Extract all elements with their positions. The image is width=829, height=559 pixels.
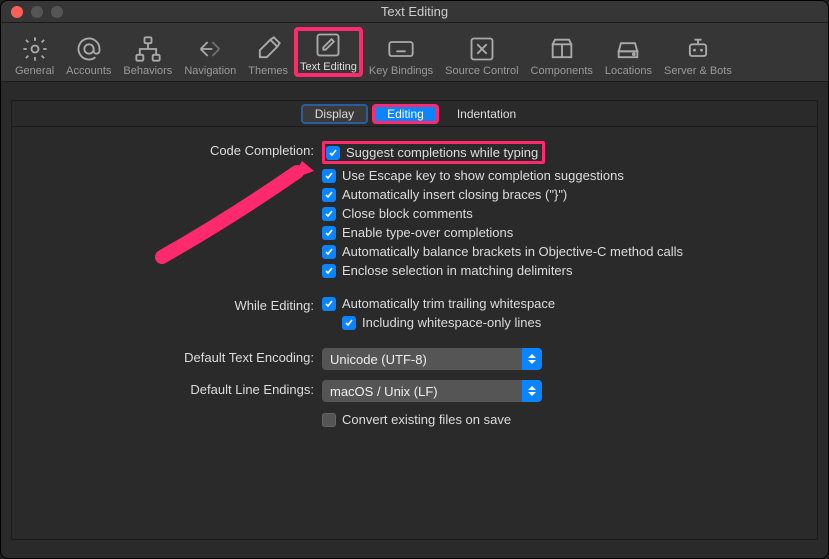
toolbar-components[interactable]: Components — [525, 33, 599, 77]
checkbox-checked-icon — [342, 316, 356, 330]
select-value: Unicode (UTF-8) — [330, 352, 427, 367]
checkbox-checked-icon — [322, 264, 336, 278]
enclose-selection-option[interactable]: Enclose selection in matching delimiters — [322, 263, 797, 278]
keyboard-icon — [387, 35, 415, 63]
toolbar-label: Behaviors — [123, 65, 172, 77]
window-controls — [1, 6, 63, 18]
select-arrows-icon — [522, 348, 542, 370]
close-block-comments-option[interactable]: Close block comments — [322, 206, 797, 221]
toolbar-navigation[interactable]: Navigation — [178, 33, 242, 77]
checkbox-label: Use Escape key to show completion sugges… — [342, 168, 624, 183]
checkbox-checked-icon — [322, 207, 336, 221]
checkbox-checked-icon — [326, 146, 340, 160]
x-square-icon — [468, 35, 496, 63]
checkbox-label: Suggest completions while typing — [346, 145, 538, 160]
trim-whitespace-option[interactable]: Automatically trim trailing whitespace — [322, 296, 797, 311]
toolbar-label: Key Bindings — [369, 65, 433, 77]
checkbox-label: Close block comments — [342, 206, 473, 221]
toolbar-accounts[interactable]: Accounts — [60, 33, 117, 77]
checkbox-checked-icon — [322, 169, 336, 183]
checkbox-checked-icon — [322, 226, 336, 240]
close-window-button[interactable] — [11, 6, 23, 18]
checkbox-label: Enable type-over completions — [342, 225, 513, 240]
checkbox-label: Convert existing files on save — [342, 412, 511, 427]
toolbar-general[interactable]: General — [9, 33, 60, 77]
escape-key-option[interactable]: Use Escape key to show completion sugges… — [322, 168, 797, 183]
drive-icon — [614, 35, 642, 63]
tab-display[interactable]: Display — [301, 104, 368, 124]
balance-brackets-option[interactable]: Automatically balance brackets in Object… — [322, 244, 797, 259]
checkbox-checked-icon — [322, 188, 336, 202]
at-sign-icon — [75, 35, 103, 63]
checkbox-checked-icon — [322, 297, 336, 311]
tab-indentation[interactable]: Indentation — [445, 104, 528, 124]
zoom-window-button[interactable] — [51, 6, 63, 18]
toolbar-label: Accounts — [66, 65, 111, 77]
titlebar: Text Editing — [1, 1, 828, 23]
whitespace-only-lines-option[interactable]: Including whitespace-only lines — [342, 315, 797, 330]
convert-files-option[interactable]: Convert existing files on save — [322, 412, 797, 427]
toolbar-behaviors[interactable]: Behaviors — [117, 33, 178, 77]
checkbox-label: Automatically trim trailing whitespace — [342, 296, 555, 311]
toolbar-label: Themes — [248, 65, 288, 77]
select-arrows-icon — [522, 380, 542, 402]
line-endings-label: Default Line Endings: — [32, 380, 322, 397]
tab-editing[interactable]: Editing — [372, 104, 439, 124]
preferences-window: Text Editing General Accounts Behaviors — [0, 0, 829, 559]
toolbar-label: Components — [531, 65, 593, 77]
minimize-window-button[interactable] — [31, 6, 43, 18]
checkbox-unchecked-icon — [322, 413, 336, 427]
editing-form: Code Completion: Suggest completions whi… — [12, 127, 817, 449]
code-completion-label: Code Completion: — [32, 141, 322, 158]
select-value: macOS / Unix (LF) — [330, 384, 438, 399]
closing-braces-option[interactable]: Automatically insert closing braces ("}"… — [322, 187, 797, 202]
toolbar-label: Server & Bots — [664, 65, 732, 77]
brush-icon — [254, 35, 282, 63]
sub-tabs: Display Editing Indentation — [12, 101, 817, 127]
toolbar-themes[interactable]: Themes — [242, 33, 294, 77]
toolbar-server-bots[interactable]: Server & Bots — [658, 33, 738, 77]
edit-square-icon — [314, 31, 342, 59]
content-area: Display Editing Indentation — [1, 82, 828, 550]
window-title: Text Editing — [1, 4, 828, 19]
toolbar-label: Source Control — [445, 65, 518, 77]
robot-icon — [684, 35, 712, 63]
hierarchy-icon — [134, 35, 162, 63]
toolbar-locations[interactable]: Locations — [599, 33, 658, 77]
package-icon — [548, 35, 576, 63]
line-endings-select[interactable]: macOS / Unix (LF) — [322, 380, 542, 402]
toolbar-label: Text Editing — [300, 61, 357, 73]
preferences-toolbar: General Accounts Behaviors Navigation — [1, 23, 828, 82]
toolbar-text-editing[interactable]: Text Editing — [294, 27, 363, 77]
toolbar-key-bindings[interactable]: Key Bindings — [363, 33, 439, 77]
checkbox-label: Automatically insert closing braces ("}"… — [342, 187, 567, 202]
checkbox-checked-icon — [322, 245, 336, 259]
toolbar-label: General — [15, 65, 54, 77]
type-over-option[interactable]: Enable type-over completions — [322, 225, 797, 240]
toolbar-source-control[interactable]: Source Control — [439, 33, 524, 77]
encoding-label: Default Text Encoding: — [32, 348, 322, 365]
toolbar-label: Navigation — [184, 65, 236, 77]
checkbox-label: Including whitespace-only lines — [362, 315, 541, 330]
arrows-icon — [196, 35, 224, 63]
checkbox-label: Automatically balance brackets in Object… — [342, 244, 683, 259]
suggest-completions-option[interactable]: Suggest completions while typing — [322, 141, 545, 164]
settings-panel: Display Editing Indentation — [11, 100, 818, 540]
while-editing-label: While Editing: — [32, 296, 322, 313]
gear-icon — [21, 35, 49, 63]
checkbox-label: Enclose selection in matching delimiters — [342, 263, 573, 278]
encoding-select[interactable]: Unicode (UTF-8) — [322, 348, 542, 370]
toolbar-label: Locations — [605, 65, 652, 77]
